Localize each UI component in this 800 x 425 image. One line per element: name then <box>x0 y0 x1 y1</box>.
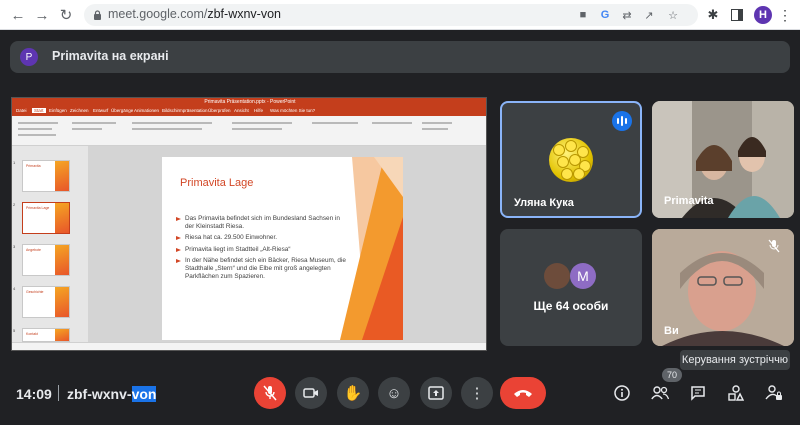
pp-tab: Ansicht <box>234 108 249 113</box>
back-icon[interactable]: ← <box>8 5 28 25</box>
translate-icon[interactable]: ⇄ <box>620 8 634 22</box>
presenting-text: Primavita на екрані <box>52 49 169 63</box>
slide-bullet: Riesa hat ca. 29.500 Einwohner. <box>176 234 346 242</box>
chat-button[interactable] <box>686 381 710 405</box>
thumb-number: 1 <box>13 160 16 165</box>
participant-name: Ви <box>664 325 679 337</box>
presenting-banner: P Primavita на екрані <box>10 41 790 73</box>
pp-tab: Animationen <box>134 108 160 113</box>
info-icon <box>614 385 630 401</box>
participant-name: Уляна Кука <box>514 197 574 209</box>
thumb-number: 5 <box>13 328 16 333</box>
pp-tab: Entwurf <box>93 108 109 113</box>
google-icon[interactable]: G <box>598 8 612 22</box>
pp-tab: Zeichnen <box>70 108 89 113</box>
current-slide: Primavita Lage Das Primavita befindet si… <box>162 157 403 340</box>
pp-slide-thumbnails: 1 Primavita 2 Primavita Lage 3 Angebote … <box>12 146 88 342</box>
more-vertical-icon[interactable]: ⋮ <box>776 6 794 24</box>
url-text[interactable]: meet.google.com/zbf-wxnv-von <box>108 7 281 21</box>
pp-ribbon-tabs: Datei Start Einfügen Zeichnen Entwurf Üb… <box>12 107 486 116</box>
pp-status-bar <box>12 342 486 350</box>
participant-avatar <box>549 138 593 182</box>
pp-tab: Was möchten Sie tun? <box>270 108 316 113</box>
activities-button[interactable] <box>724 381 748 405</box>
address-bar[interactable]: meet.google.com/zbf-wxnv-von ■ G ⇄ ↗ ☆ <box>84 4 698 26</box>
share-icon[interactable]: ↗ <box>642 8 656 22</box>
people-icon <box>651 386 669 400</box>
others-count-label: Ще 64 особи <box>533 299 609 313</box>
pp-tab: Übergänge <box>111 108 134 113</box>
hang-up-icon <box>514 390 532 397</box>
pp-title-bar: Primavita Präsentation.pptx - PowerPoint <box>12 98 486 107</box>
leave-call-button[interactable] <box>500 377 546 409</box>
chat-icon <box>691 386 705 401</box>
participant-tile[interactable]: Уляна Кука <box>500 101 642 218</box>
thumb-number: 3 <box>13 244 16 249</box>
host-controls-button[interactable] <box>762 381 786 405</box>
slide-thumbnail[interactable]: Kontakt <box>22 328 70 342</box>
meeting-controls-tooltip: Керування зустріччю <box>680 350 790 370</box>
reactions-button[interactable]: ☺ <box>378 377 410 409</box>
present-screen-icon <box>428 386 444 400</box>
activities-icon <box>728 385 744 401</box>
others-tile[interactable]: M Ще 64 особи <box>500 229 642 346</box>
camera-icon[interactable]: ■ <box>576 8 590 22</box>
lock-icon[interactable] <box>90 8 104 22</box>
slide-title: Primavita Lage <box>180 177 254 189</box>
thumb-number: 2 <box>13 202 16 207</box>
hand-icon: ✋ <box>343 385 363 402</box>
people-button[interactable] <box>648 381 672 405</box>
slide-bullet: Das Primavita befindet sich im Bundeslan… <box>176 215 346 231</box>
slide-thumbnail[interactable]: Geschichte <box>22 286 70 318</box>
slide-bullet: In der Nähe befindet sich ein Bäcker, Ri… <box>176 257 346 282</box>
camera-button[interactable] <box>295 377 327 409</box>
pp-tab: Hilfe <box>254 108 264 113</box>
slide-thumbnail[interactable]: Primavita Lage <box>22 202 70 234</box>
self-tile[interactable]: Ви <box>652 229 794 346</box>
pp-tab: Bildschirmpräsentation <box>162 108 208 113</box>
browser-toolbar: ← → ↻ meet.google.com/zbf-wxnv-von ■ G ⇄… <box>0 0 800 30</box>
slide-thumbnail[interactable]: Primavita <box>22 160 70 192</box>
present-button[interactable] <box>420 377 452 409</box>
participant-tile[interactable]: Primavita <box>652 101 794 218</box>
participant-name: Primavita <box>664 195 714 207</box>
pp-ribbon <box>12 116 486 146</box>
pp-tab: Überprüfen <box>208 108 231 113</box>
side-panel-icon[interactable] <box>728 6 746 24</box>
slide-bullet: Primavita liegt im Stadtteil „Alt-Riesa“ <box>176 246 346 254</box>
extensions-icon[interactable]: ✱ <box>704 6 722 24</box>
pp-tab: Start <box>32 108 46 113</box>
participant-count-badge: 70 <box>662 368 682 382</box>
emoji-icon: ☺ <box>386 384 402 402</box>
pp-tab: Datei <box>16 108 27 113</box>
slide-thumbnail[interactable]: Angebote <box>22 244 70 276</box>
raise-hand-button[interactable]: ✋ <box>337 377 369 409</box>
mic-off-icon <box>263 385 277 401</box>
divider <box>58 385 59 401</box>
speaking-indicator-icon <box>612 111 632 131</box>
host-controls-icon <box>765 385 782 400</box>
more-vertical-icon: ⋮ <box>469 385 485 402</box>
profile-avatar[interactable]: H <box>754 6 772 24</box>
bookmark-star-icon[interactable]: ☆ <box>666 8 680 22</box>
muted-mic-icon <box>768 239 780 256</box>
thumb-number: 4 <box>13 286 16 291</box>
meeting-time: 14:09 <box>16 386 52 402</box>
video-camera-icon <box>303 388 318 398</box>
pp-tab: Einfügen <box>49 108 67 113</box>
meeting-details-button[interactable] <box>610 381 634 405</box>
more-options-button[interactable]: ⋮ <box>461 377 493 409</box>
microphone-off-button[interactable] <box>254 377 286 409</box>
participant-avatar <box>544 263 570 289</box>
presenter-avatar: P <box>20 48 38 66</box>
forward-icon[interactable]: → <box>32 5 52 25</box>
slide-bullets: Das Primavita befindet sich im Bundeslan… <box>176 215 346 284</box>
participant-avatar: M <box>570 263 596 289</box>
meeting-code[interactable]: zbf-wxnv-von <box>67 386 157 402</box>
reload-icon[interactable]: ↻ <box>56 5 76 25</box>
